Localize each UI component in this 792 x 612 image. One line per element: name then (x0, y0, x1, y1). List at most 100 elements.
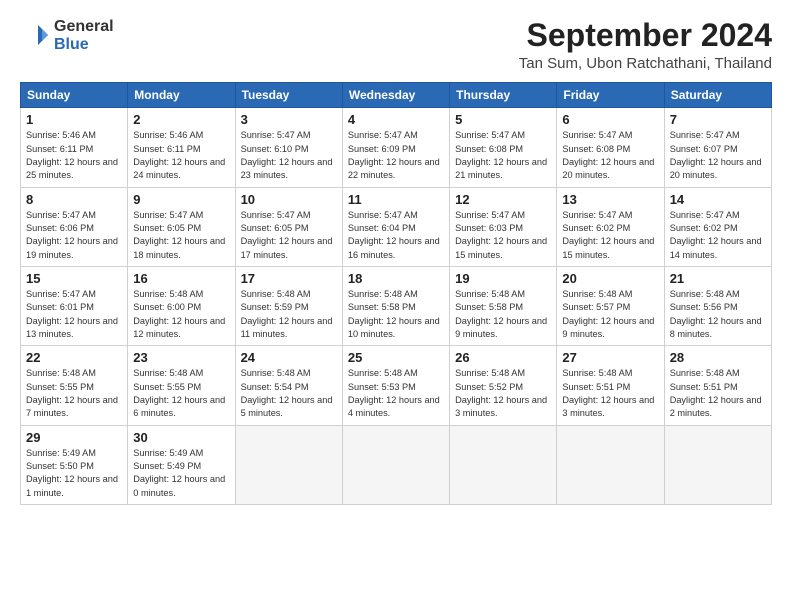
day-info: Sunrise: 5:49 AMSunset: 5:49 PMDaylight:… (133, 447, 229, 500)
calendar-cell: 17 Sunrise: 5:48 AMSunset: 5:59 PMDayligh… (235, 266, 342, 345)
calendar-cell: 22 Sunrise: 5:48 AMSunset: 5:55 PMDayligh… (21, 346, 128, 425)
calendar-cell: 11 Sunrise: 5:47 AMSunset: 6:04 PMDayligh… (342, 187, 449, 266)
day-info: Sunrise: 5:47 AMSunset: 6:03 PMDaylight:… (455, 209, 551, 262)
day-number: 17 (241, 271, 337, 286)
day-number: 11 (348, 192, 444, 207)
calendar-cell (235, 425, 342, 504)
day-number: 19 (455, 271, 551, 286)
day-of-week-header: Tuesday (235, 83, 342, 108)
calendar-cell: 18Sunrise: 5:48 AMSunset: 5:58 PMDayligh… (342, 266, 449, 345)
calendar-cell: 29 Sunrise: 5:49 AMSunset: 5:50 PMDayligh… (21, 425, 128, 504)
logo-blue-text: Blue (54, 36, 89, 53)
day-number: 4 (348, 112, 444, 127)
day-info: Sunrise: 5:47 AMSunset: 6:04 PMDaylight:… (348, 209, 444, 262)
calendar-cell: 5 Sunrise: 5:47 AMSunset: 6:08 PMDaylight… (450, 108, 557, 187)
day-info: Sunrise: 5:47 AMSunset: 6:05 PMDaylight:… (241, 209, 337, 262)
day-of-week-header: Saturday (664, 83, 771, 108)
day-info: Sunrise: 5:47 AMSunset: 6:02 PMDaylight:… (670, 209, 766, 262)
calendar-cell (450, 425, 557, 504)
day-info: Sunrise: 5:48 AMSunset: 6:00 PMDaylight:… (133, 288, 229, 341)
day-number: 7 (670, 112, 766, 127)
day-number: 3 (241, 112, 337, 127)
calendar-cell: 28 Sunrise: 5:48 AMSunset: 5:51 PMDayligh… (664, 346, 771, 425)
calendar-cell: 24 Sunrise: 5:48 AMSunset: 5:54 PMDayligh… (235, 346, 342, 425)
calendar-cell: 15Sunrise: 5:47 AMSunset: 6:01 PMDayligh… (21, 266, 128, 345)
calendar-week-row: 29 Sunrise: 5:49 AMSunset: 5:50 PMDayligh… (21, 425, 772, 504)
calendar-cell: 6 Sunrise: 5:47 AMSunset: 6:08 PMDaylight… (557, 108, 664, 187)
logo: General Blue (20, 18, 114, 53)
day-number: 9 (133, 192, 229, 207)
day-number: 29 (26, 430, 122, 445)
day-info: Sunrise: 5:47 AMSunset: 6:05 PMDaylight:… (133, 209, 229, 262)
calendar-cell: 2 Sunrise: 5:46 AMSunset: 6:11 PMDaylight… (128, 108, 235, 187)
day-info: Sunrise: 5:47 AMSunset: 6:07 PMDaylight:… (670, 129, 766, 182)
calendar-cell: 21Sunrise: 5:48 AMSunset: 5:56 PMDayligh… (664, 266, 771, 345)
day-info: Sunrise: 5:47 AMSunset: 6:02 PMDaylight:… (562, 209, 658, 262)
day-info: Sunrise: 5:47 AMSunset: 6:09 PMDaylight:… (348, 129, 444, 182)
day-number: 18 (348, 271, 444, 286)
day-number: 1 (26, 112, 122, 127)
calendar-table: SundayMondayTuesdayWednesdayThursdayFrid… (20, 82, 772, 505)
calendar-header-row: SundayMondayTuesdayWednesdayThursdayFrid… (21, 83, 772, 108)
day-of-week-header: Monday (128, 83, 235, 108)
day-of-week-header: Sunday (21, 83, 128, 108)
day-number: 2 (133, 112, 229, 127)
day-number: 24 (241, 350, 337, 365)
day-number: 5 (455, 112, 551, 127)
day-number: 22 (26, 350, 122, 365)
day-number: 20 (562, 271, 658, 286)
day-number: 14 (670, 192, 766, 207)
calendar-cell: 23 Sunrise: 5:48 AMSunset: 5:55 PMDayligh… (128, 346, 235, 425)
calendar-cell: 4 Sunrise: 5:47 AMSunset: 6:09 PMDaylight… (342, 108, 449, 187)
day-number: 10 (241, 192, 337, 207)
calendar-cell: 25Sunrise: 5:48 AMSunset: 5:53 PMDayligh… (342, 346, 449, 425)
title-area: September 2024 Tan Sum, Ubon Ratchathani… (519, 18, 772, 72)
day-number: 21 (670, 271, 766, 286)
day-info: Sunrise: 5:46 AMSunset: 6:11 PMDaylight:… (133, 129, 229, 182)
calendar-cell: 27 Sunrise: 5:48 AMSunset: 5:51 PMDayligh… (557, 346, 664, 425)
day-info: Sunrise: 5:48 AMSunset: 5:53 PMDaylight:… (348, 367, 444, 420)
day-info: Sunrise: 5:48 AMSunset: 5:52 PMDaylight:… (455, 367, 551, 420)
day-info: Sunrise: 5:48 AMSunset: 5:57 PMDaylight:… (562, 288, 658, 341)
calendar-week-row: 8 Sunrise: 5:47 AMSunset: 6:06 PMDaylight… (21, 187, 772, 266)
day-info: Sunrise: 5:48 AMSunset: 5:51 PMDaylight:… (562, 367, 658, 420)
logo-icon (20, 21, 50, 51)
day-number: 30 (133, 430, 229, 445)
day-info: Sunrise: 5:48 AMSunset: 5:54 PMDaylight:… (241, 367, 337, 420)
day-number: 6 (562, 112, 658, 127)
calendar-cell: 3 Sunrise: 5:47 AMSunset: 6:10 PMDaylight… (235, 108, 342, 187)
day-number: 16 (133, 271, 229, 286)
calendar-week-row: 1 Sunrise: 5:46 AMSunset: 6:11 PMDaylight… (21, 108, 772, 187)
day-info: Sunrise: 5:47 AMSunset: 6:10 PMDaylight:… (241, 129, 337, 182)
calendar-page: General Blue September 2024 Tan Sum, Ubo… (0, 0, 792, 612)
day-number: 13 (562, 192, 658, 207)
day-info: Sunrise: 5:48 AMSunset: 5:59 PMDaylight:… (241, 288, 337, 341)
day-info: Sunrise: 5:47 AMSunset: 6:08 PMDaylight:… (562, 129, 658, 182)
day-of-week-header: Friday (557, 83, 664, 108)
day-info: Sunrise: 5:47 AMSunset: 6:08 PMDaylight:… (455, 129, 551, 182)
day-of-week-header: Wednesday (342, 83, 449, 108)
day-info: Sunrise: 5:49 AMSunset: 5:50 PMDaylight:… (26, 447, 122, 500)
calendar-cell: 16 Sunrise: 5:48 AMSunset: 6:00 PMDayligh… (128, 266, 235, 345)
calendar-week-row: 22 Sunrise: 5:48 AMSunset: 5:55 PMDayligh… (21, 346, 772, 425)
day-of-week-header: Thursday (450, 83, 557, 108)
calendar-cell (664, 425, 771, 504)
calendar-cell: 13 Sunrise: 5:47 AMSunset: 6:02 PMDayligh… (557, 187, 664, 266)
day-number: 28 (670, 350, 766, 365)
calendar-week-row: 15Sunrise: 5:47 AMSunset: 6:01 PMDayligh… (21, 266, 772, 345)
day-number: 23 (133, 350, 229, 365)
header-area: General Blue September 2024 Tan Sum, Ubo… (20, 18, 772, 72)
month-title: September 2024 (519, 18, 772, 53)
calendar-cell: 14 Sunrise: 5:47 AMSunset: 6:02 PMDayligh… (664, 187, 771, 266)
day-info: Sunrise: 5:48 AMSunset: 5:55 PMDaylight:… (133, 367, 229, 420)
day-number: 27 (562, 350, 658, 365)
day-info: Sunrise: 5:48 AMSunset: 5:51 PMDaylight:… (670, 367, 766, 420)
calendar-cell: 10 Sunrise: 5:47 AMSunset: 6:05 PMDayligh… (235, 187, 342, 266)
calendar-cell: 8 Sunrise: 5:47 AMSunset: 6:06 PMDaylight… (21, 187, 128, 266)
day-info: Sunrise: 5:46 AMSunset: 6:11 PMDaylight:… (26, 129, 122, 182)
day-info: Sunrise: 5:48 AMSunset: 5:55 PMDaylight:… (26, 367, 122, 420)
day-info: Sunrise: 5:47 AMSunset: 6:06 PMDaylight:… (26, 209, 122, 262)
location-title: Tan Sum, Ubon Ratchathani, Thailand (519, 55, 772, 72)
calendar-cell: 20 Sunrise: 5:48 AMSunset: 5:57 PMDayligh… (557, 266, 664, 345)
day-number: 8 (26, 192, 122, 207)
